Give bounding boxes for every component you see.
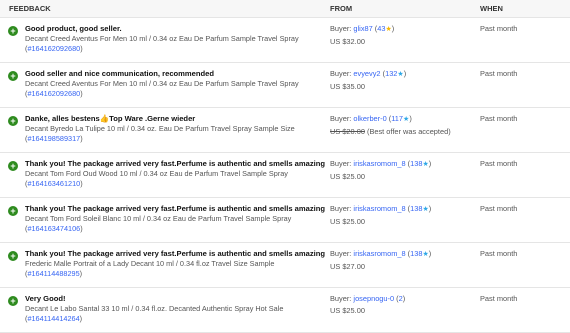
buyer-score-link[interactable]: 138 [410,159,422,168]
feedback-when: Past month [480,249,518,258]
star-icon: ★ [422,251,429,258]
buyer-score-link[interactable]: 43 [377,24,385,33]
positive-feedback-icon: + [8,296,18,306]
buyer-link[interactable]: evyevy2 [353,69,380,78]
buyer-prefix: Buyer: [330,249,354,258]
table-row: + Good seller and nice communication, re… [0,63,570,108]
table-row: + Danke, alles bestens👍Top Ware .Gerne w… [0,108,570,153]
positive-feedback-icon: + [8,206,18,216]
table-row: + Thank you! The package arrived very fa… [0,153,570,198]
item-id-link[interactable]: #164162092680 [27,44,80,53]
item-title: Frederic Malle Portrait of a Lady Decant… [25,259,275,268]
feedback-comment: Good seller and nice communication, reco… [25,69,215,78]
price: US $32.00 [330,37,365,46]
table-row: + Thank you! The package arrived very fa… [0,198,570,243]
buyer-prefix: Buyer: [330,114,354,123]
price: US $35.00 [330,82,365,91]
header-when: WHEN [480,4,503,13]
item-title: Decant Creed Aventus For Men 10 ml / 0.3… [25,79,299,88]
buyer-prefix: Buyer: [330,69,354,78]
feedback-when: Past month [480,204,518,213]
buyer-link[interactable]: josepnogu-0 [353,294,394,303]
feedback-comment: Thank you! The package arrived very fast… [25,204,326,213]
buyer-prefix: Buyer: [330,159,354,168]
buyer-prefix: Buyer: [330,294,354,303]
positive-feedback-icon: + [8,161,18,171]
item-id-link[interactable]: #164162092680 [27,89,80,98]
table-header: FEEDBACK FROM WHEN [0,0,570,18]
price-note: (Best offer was accepted) [364,127,451,136]
star-icon: ★ [422,206,429,213]
item-title: Decant Creed Aventus For Men 10 ml / 0.3… [25,34,299,43]
positive-feedback-icon: + [8,26,18,36]
item-title: Decant Byredo La Tulipe 10 ml / 0.34 oz.… [25,124,295,133]
item-id-link[interactable]: #164163461210 [27,179,80,188]
buyer-score-link[interactable]: 132 [385,69,397,78]
table-row: + Very Good! Decant Le Labo Santal 33 10… [0,288,570,333]
table-row: + Good product, good seller. Decant Cree… [0,18,570,63]
feedback-comment: Good product, good seller. [25,24,122,33]
feedback-comment: Thank you! The package arrived very fast… [25,249,326,258]
feedback-comment: Thank you! The package arrived very fast… [25,159,326,168]
item-title: Decant Tom Ford Oud Wood 10 ml / 0.34 oz… [25,169,288,178]
price: US $25.00 [330,217,365,226]
price: US $27.00 [330,262,365,271]
feedback-when: Past month [480,114,518,123]
feedback-comment: Danke, alles bestens👍Top Ware .Gerne wie… [25,114,196,123]
feedback-when: Past month [480,69,518,78]
buyer-prefix: Buyer: [330,204,354,213]
buyer-score-link[interactable]: 138 [410,204,422,213]
header-feedback: FEEDBACK [9,4,51,13]
star-icon: ★ [403,116,410,123]
feedback-when: Past month [480,159,518,168]
header-from: FROM [330,4,353,13]
price: US $25.00 [330,306,365,315]
star-icon: ★ [385,26,392,33]
feedback-when: Past month [480,294,518,303]
item-id-link[interactable]: #164114488295 [27,269,79,278]
item-title: Decant Tom Ford Soleil Blanc 10 ml / 0.3… [25,214,292,223]
buyer-link[interactable]: iriskasromom_8 [353,204,405,213]
item-title: Decant Le Labo Santal 33 10 ml / 0.34 fl… [25,304,284,313]
table-row: + Thank you! The package arrived very fa… [0,243,570,288]
positive-feedback-icon: + [8,71,18,81]
buyer-link[interactable]: olkerber-0 [353,114,386,123]
price: US $20.00 [330,127,365,136]
item-id-link[interactable]: #164114414264 [27,314,79,323]
buyer-prefix: Buyer: [330,24,354,33]
buyer-link[interactable]: iriskasromom_8 [353,159,405,168]
buyer-link[interactable]: iriskasromom_8 [353,249,405,258]
buyer-score-link[interactable]: 138 [410,249,422,258]
positive-feedback-icon: + [8,251,18,261]
star-icon: ★ [397,71,404,78]
item-id-link[interactable]: #164163474106 [27,224,80,233]
item-id-link[interactable]: #164198589317 [27,134,80,143]
buyer-link[interactable]: glix87 [353,24,372,33]
positive-feedback-icon: + [8,116,18,126]
feedback-when: Past month [480,24,518,33]
feedback-comment: Very Good! [25,294,66,303]
star-icon: ★ [422,161,429,168]
buyer-score-link[interactable]: 2 [399,294,403,303]
price: US $25.00 [330,172,365,181]
buyer-score-link[interactable]: 117 [391,114,403,123]
feedback-table: FEEDBACK FROM WHEN + Good product, good … [0,0,570,333]
